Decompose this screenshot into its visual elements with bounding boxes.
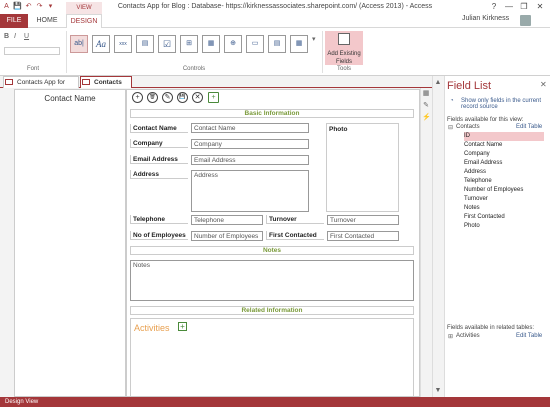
textbox-control-icon[interactable]: ab|: [70, 35, 88, 53]
contact-name-label: Contact Name: [130, 124, 188, 133]
field-item-address[interactable]: Address: [464, 168, 544, 177]
related-area: [130, 318, 414, 397]
help-button[interactable]: ?: [487, 1, 501, 12]
close-button[interactable]: ✕: [533, 1, 547, 12]
italic-icon[interactable]: I: [14, 33, 16, 40]
notes-header: Notes: [130, 246, 414, 255]
web-browser-control-icon[interactable]: ▭: [246, 35, 264, 53]
contacts-table-name: Contacts: [456, 124, 480, 130]
field-item-first-contacted[interactable]: First Contacted: [464, 213, 544, 222]
add-custom-action-icon[interactable]: +: [208, 92, 219, 103]
field-item-photo[interactable]: Photo: [464, 222, 544, 231]
controls-group-label: Controls: [182, 66, 206, 72]
turnover-field[interactable]: Turnover: [327, 215, 399, 225]
tab-design[interactable]: DESIGN: [66, 14, 102, 28]
first-contacted-field[interactable]: First Contacted: [327, 231, 399, 241]
add-related-icon[interactable]: +: [178, 322, 187, 331]
email-label: Email Address: [130, 155, 188, 164]
add-action-icon[interactable]: +: [132, 92, 143, 103]
notes-field[interactable]: Notes: [130, 260, 414, 301]
field-item-notes[interactable]: Notes: [464, 204, 544, 213]
first-contacted-label: First Contacted: [266, 231, 324, 240]
combobox-control-icon[interactable]: ⊞: [180, 35, 198, 53]
list-pane-title: Contact Name: [44, 94, 96, 103]
data-settings-icon[interactable]: ▦: [422, 90, 430, 98]
telephone-label: Telephone: [130, 215, 188, 224]
tab-contacts-app[interactable]: Contacts App for Blog: [3, 76, 79, 98]
formatting-icon[interactable]: ✎: [422, 102, 430, 110]
expand-icon[interactable]: ⊞: [448, 333, 453, 340]
image-control-icon[interactable]: ▤: [136, 35, 154, 53]
restore-button[interactable]: ❐: [517, 1, 531, 12]
field-item-email[interactable]: Email Address: [464, 159, 544, 168]
tab-file[interactable]: FILE: [0, 14, 28, 28]
activities-table-name: Activities: [456, 333, 480, 339]
field-item-contact-name[interactable]: Contact Name: [464, 141, 544, 150]
basic-information-header: Basic Information: [130, 109, 414, 118]
view-toolbar: [420, 88, 432, 397]
bold-icon[interactable]: B: [4, 33, 9, 40]
field-item-turnover[interactable]: Turnover: [464, 195, 544, 204]
view-tab-icon: [82, 79, 90, 85]
tab-home[interactable]: HOME: [32, 14, 62, 28]
related-edit-table-link[interactable]: Edit Table: [516, 333, 542, 339]
field-item-id[interactable]: ID: [464, 132, 544, 141]
subview-control-icon[interactable]: ▦: [290, 35, 308, 53]
avatar[interactable]: [520, 15, 531, 26]
field-item-employees[interactable]: Number of Employees: [464, 186, 544, 195]
scroll-up-icon[interactable]: ▲: [432, 78, 444, 88]
employees-label: No of Employees: [130, 231, 188, 240]
email-field[interactable]: Email Address: [191, 155, 309, 165]
company-field[interactable]: Company: [191, 139, 309, 149]
delete-action-icon[interactable]: 🗑: [147, 92, 158, 103]
company-label: Company: [130, 139, 188, 148]
field-list-icon: [338, 33, 350, 45]
telephone-field[interactable]: Telephone: [191, 215, 263, 225]
address-label: Address: [130, 170, 188, 179]
app-tab-icon: [5, 79, 13, 85]
status-bar: Design View: [0, 397, 550, 407]
address-field[interactable]: Address: [191, 170, 309, 212]
scroll-down-icon[interactable]: ▼: [432, 386, 444, 396]
turnover-label: Turnover: [266, 215, 324, 224]
save-action-icon[interactable]: 💾: [177, 92, 188, 103]
vertical-scrollbar[interactable]: [432, 76, 444, 397]
autocomplete-control-icon[interactable]: ▦: [202, 35, 220, 53]
activities-tile[interactable]: Activities: [134, 323, 170, 333]
link-icon: ◔: [450, 98, 454, 104]
photo-control[interactable]: Photo: [326, 123, 399, 212]
actions-icon[interactable]: ⚡: [422, 114, 431, 122]
collapse-icon[interactable]: ⊟: [448, 124, 453, 131]
field-list-title: Field List: [447, 80, 492, 92]
font-group-label: Font: [26, 66, 39, 72]
related-fields-label: Fields available in related tables:: [447, 325, 535, 331]
employees-field[interactable]: Number of Employees: [191, 231, 263, 241]
label-control-icon[interactable]: Aa: [92, 35, 110, 53]
edit-action-icon[interactable]: ✎: [162, 92, 173, 103]
button-control-icon[interactable]: xxx: [114, 35, 132, 53]
multiline-control-icon[interactable]: ▤: [268, 35, 286, 53]
contact-name-field[interactable]: Contact Name: [191, 123, 309, 133]
field-item-company[interactable]: Company: [464, 150, 544, 159]
close-icon[interactable]: ✕: [540, 80, 547, 89]
list-pane[interactable]: [14, 89, 126, 397]
related-information-header: Related Information: [130, 306, 414, 315]
fields-available-label: Fields available for this view:: [447, 117, 524, 123]
user-name[interactable]: Julian Kirkness: [462, 15, 509, 22]
show-only-fields-link[interactable]: Show only fields in the current record s…: [461, 98, 546, 110]
font-selector[interactable]: [4, 47, 60, 55]
tools-group-label: Tools: [336, 66, 351, 72]
underline-icon[interactable]: U: [24, 33, 29, 40]
cancel-action-icon[interactable]: ✕: [192, 92, 203, 103]
hyperlink-control-icon[interactable]: ⊕: [224, 35, 242, 53]
edit-table-link[interactable]: Edit Table: [516, 124, 542, 130]
context-tab-view: VIEW: [66, 2, 102, 14]
minimize-button[interactable]: —: [502, 1, 516, 12]
controls-more-icon[interactable]: ▾: [312, 35, 316, 43]
checkbox-control-icon[interactable]: ☑: [158, 35, 176, 53]
field-item-telephone[interactable]: Telephone: [464, 177, 544, 186]
